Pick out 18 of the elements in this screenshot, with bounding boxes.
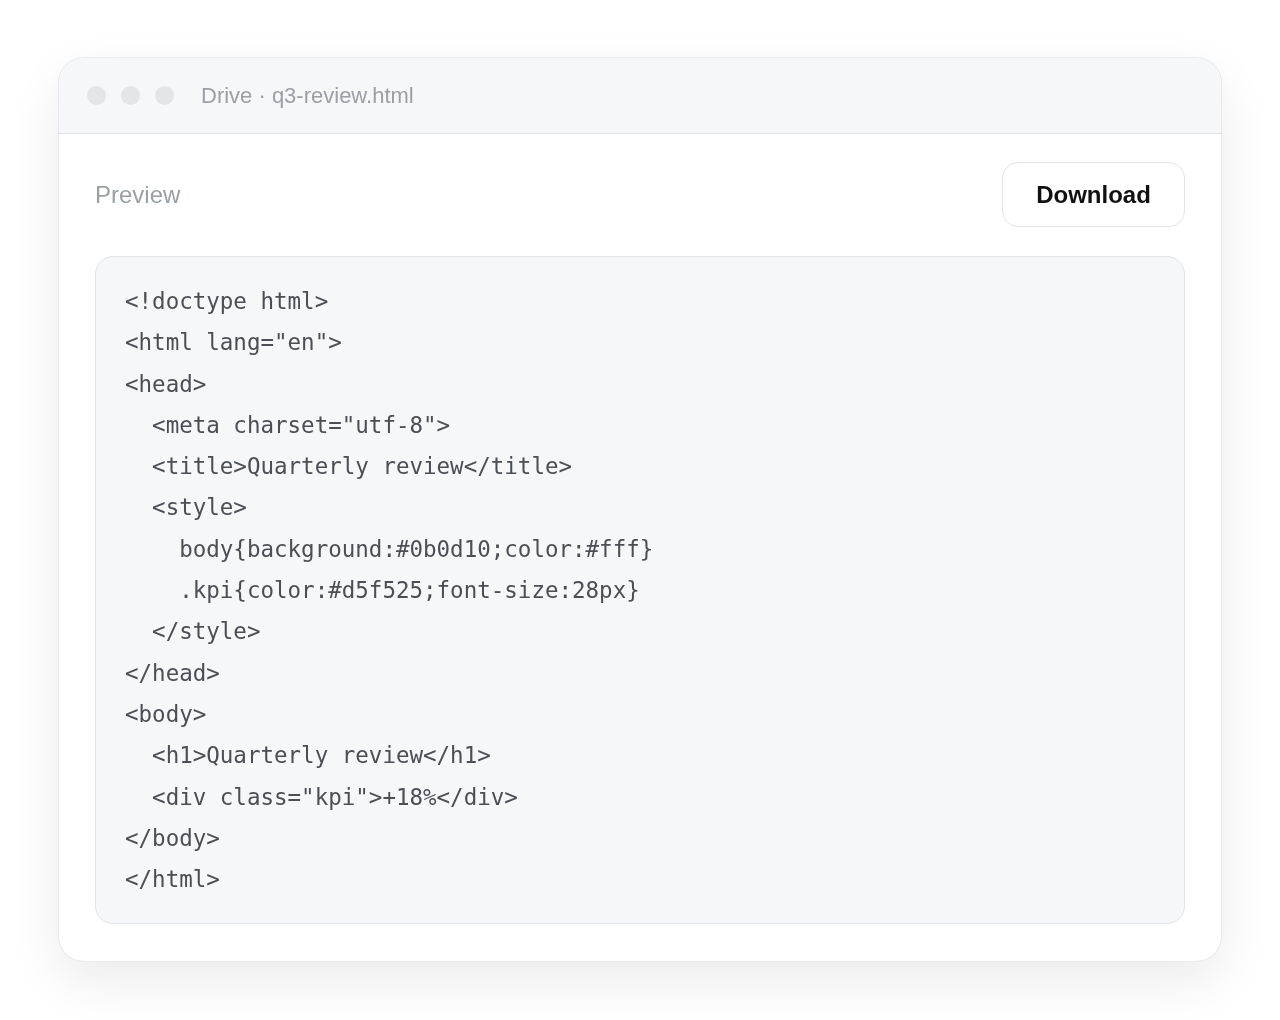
- code-line: <meta charset="utf-8">: [151, 410, 452, 440]
- code-line: body{background:#0b0d10;color:#fff}: [178, 534, 655, 564]
- download-button[interactable]: Download: [1002, 162, 1185, 227]
- window-title: Drive · q3-review.html: [201, 82, 414, 109]
- code-line: <body>: [125, 699, 208, 729]
- code-line: <h1>Quarterly review</h1>: [151, 741, 492, 771]
- code-line: <div class="kpi">+18%</div>: [151, 782, 519, 812]
- preview-label: Preview: [95, 180, 181, 209]
- code-line: <!doctype html>: [125, 287, 330, 316]
- code-line: </body>: [125, 823, 221, 853]
- code-line: .kpi{color:#d5f525;font-size:28px}: [178, 576, 641, 606]
- code-line: <head>: [125, 369, 208, 399]
- code-line: </style>: [151, 617, 262, 647]
- code-line: <title>Quarterly review</title>: [151, 452, 574, 482]
- code-line: </head>: [125, 658, 221, 688]
- code-line: <style>: [151, 493, 248, 523]
- code-line: <html lang="en">: [125, 328, 343, 358]
- code-line: </html>: [125, 865, 221, 895]
